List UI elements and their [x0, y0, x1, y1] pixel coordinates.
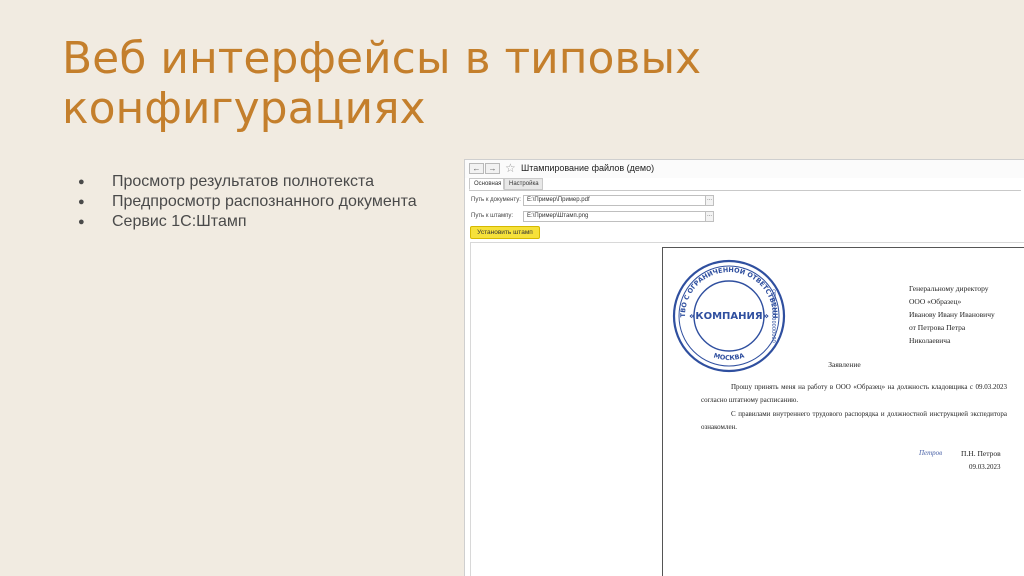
bullet-item: Просмотр результатов полнотекста: [78, 172, 438, 192]
app-title: Штампирование файлов (демо): [521, 163, 655, 173]
document-heading: Заявление: [828, 360, 861, 369]
handwritten-signature: Петров: [919, 449, 943, 457]
stamp-path-label: Путь к штампу:: [471, 213, 514, 219]
stamp-ogrn-text: ОГРН 000000000000: [770, 289, 776, 343]
stamp-path-input[interactable]: E:\Пример\Штамп.png: [523, 211, 706, 222]
slide-title-line-2: конфигурациях: [62, 83, 426, 134]
app-window: ← → ☆ Штампирование файлов (демо) Основн…: [464, 159, 1024, 576]
addressee-line: от Петрова Петра: [909, 323, 966, 332]
tab-divider: [469, 190, 1021, 191]
addressee-line: Николаевича: [909, 336, 951, 345]
slide-title: Веб интерфейсы в типовых конфигурациях: [62, 34, 762, 134]
addressee-line: Иванову Ивану Ивановичу: [909, 310, 995, 319]
bullet-item: Предпросмотр распознанного документа: [78, 192, 438, 212]
signer-name: П.Н. Петров: [961, 449, 1001, 458]
document-path-input[interactable]: E:\Пример\Пример.pdf: [523, 195, 706, 206]
slide-title-line-1: Веб интерфейсы в типовых: [62, 33, 702, 84]
document-page: ОБЩЕСТВО С ОГРАНИЧЕННОЙ ОТВЕТСТВЕННОСТЬЮ…: [662, 247, 1024, 576]
document-paragraph: С правилами внутреннего трудового распор…: [701, 410, 1007, 431]
addressee-block: Генеральному директору ООО «Образец» Ива…: [909, 282, 995, 347]
star-icon[interactable]: ☆: [505, 161, 516, 175]
document-paragraph: Прошу принять меня на работу в ООО «Обра…: [701, 383, 1007, 404]
bullet-list: Просмотр результатов полнотекста Предпро…: [78, 172, 438, 232]
stamp-center-text: «КОМПАНИЯ»: [689, 311, 769, 322]
company-stamp: ОБЩЕСТВО С ОГРАНИЧЕННОЙ ОТВЕТСТВЕННОСТЬЮ…: [671, 258, 786, 373]
arrow-right-icon[interactable]: →: [485, 163, 500, 174]
arrow-left-icon[interactable]: ←: [469, 163, 484, 174]
addressee-line: ООО «Образец»: [909, 297, 962, 306]
app-titlebar: ← → ☆ Штампирование файлов (демо): [465, 160, 1024, 178]
document-browse-button[interactable]: ...: [705, 195, 714, 206]
set-stamp-button[interactable]: Установить штамп: [470, 226, 540, 239]
addressee-line: Генеральному директору: [909, 284, 989, 293]
tab-main[interactable]: Основная: [469, 178, 504, 190]
document-date: 09.03.2023: [969, 463, 1001, 471]
document-preview: ОБЩЕСТВО С ОГРАНИЧЕННОЙ ОТВЕТСТВЕННОСТЬЮ…: [470, 242, 1024, 576]
stamp-browse-button[interactable]: ...: [705, 211, 714, 222]
bullet-item: Сервис 1С:Штамп: [78, 212, 438, 232]
tab-settings[interactable]: Настройка: [504, 178, 543, 190]
document-path-label: Путь к документу:: [471, 197, 521, 203]
